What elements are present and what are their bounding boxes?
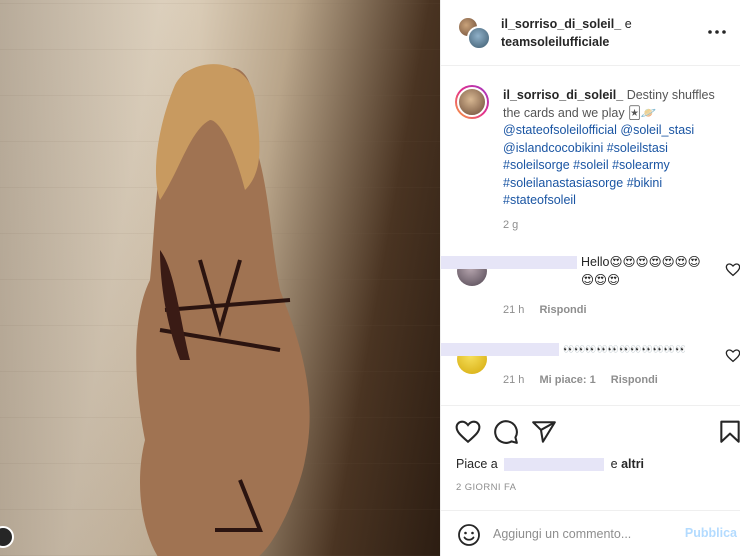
avatar[interactable]	[467, 26, 491, 50]
comment-meta: 21 h Rispondi	[503, 304, 599, 316]
comment-time[interactable]: 21 h	[503, 304, 524, 316]
reply-button[interactable]: Rispondi	[539, 304, 586, 316]
publish-button[interactable]: Pubblica	[685, 526, 737, 540]
header-username-2[interactable]: teamsoleilufficiale	[501, 35, 609, 49]
likes-summary[interactable]: Piace a e altri	[456, 457, 644, 472]
comment-likes[interactable]: Mi piace: 1	[539, 374, 595, 386]
comment-text: Hello😍😍😍😍😍😍😍😍😍😍	[581, 255, 701, 287]
comment-item: 👀👀👀👀👀👀👀👀👀👀👀👀👀👀👀👀👀👀👀👀👀👀👀👀👀👀👀👀👀👀 21 h Mi p…	[441, 340, 740, 400]
comment-meta: 21 h Mi piace: 1 Rispondi	[503, 374, 670, 386]
comment-time[interactable]: 21 h	[503, 374, 524, 386]
more-horizontal-icon[interactable]	[705, 22, 729, 42]
comment-icon[interactable]	[493, 419, 519, 445]
reply-button[interactable]: Rispondi	[611, 374, 658, 386]
comment-item: Hello😍😍😍😍😍😍😍😍😍😍 21 h Rispondi	[441, 252, 740, 322]
post-side-panel: il_sorriso_di_soleil_ e teamsoleiluffici…	[440, 0, 740, 556]
redacted-username	[441, 256, 577, 269]
bookmark-icon[interactable]	[717, 419, 740, 445]
post-actions: Piace a e altri 2 GIORNI FA	[441, 405, 740, 515]
post-date[interactable]: 2 GIORNI FA	[456, 482, 516, 493]
add-comment-bar: Pubblica	[441, 510, 740, 556]
caption-username[interactable]: il_sorriso_di_soleil_	[503, 88, 623, 102]
collab-usernames: il_sorriso_di_soleil_ e teamsoleiluffici…	[501, 15, 632, 51]
likes-others-link[interactable]: altri	[621, 457, 644, 471]
caption-tags[interactable]: @stateofsoleilofficial @soleil_stasi @is…	[503, 123, 694, 207]
photo-subject	[136, 64, 310, 556]
likes-joiner: e	[610, 457, 618, 471]
post-caption: il_sorriso_di_soleil_ Destiny shuffles t…	[503, 87, 733, 210]
post-header: il_sorriso_di_soleil_ e teamsoleiluffici…	[441, 0, 740, 66]
header-username-1[interactable]: il_sorriso_di_soleil_	[501, 17, 621, 31]
collab-avatars[interactable]	[457, 16, 491, 50]
caption-time[interactable]: 2 g	[503, 219, 518, 231]
like-comment-icon[interactable]	[725, 262, 740, 278]
post-photo[interactable]	[0, 0, 440, 556]
emoji-icon[interactable]	[457, 523, 481, 547]
comment-input[interactable]	[493, 523, 673, 545]
redacted-username	[441, 343, 559, 356]
caption-avatar[interactable]	[455, 85, 489, 119]
redacted-username	[504, 458, 605, 472]
comments-section[interactable]: il_sorriso_di_soleil_ Destiny shuffles t…	[441, 67, 740, 405]
header-joiner: e	[624, 17, 632, 31]
like-comment-icon[interactable]	[725, 348, 740, 364]
comment-text: 👀👀👀👀👀👀👀👀👀👀👀👀👀👀👀👀👀👀👀👀👀👀👀👀👀👀👀👀👀👀	[563, 344, 685, 354]
share-icon[interactable]	[531, 419, 557, 445]
likes-prefix: Piace a	[456, 457, 498, 471]
heart-icon[interactable]	[455, 419, 481, 445]
